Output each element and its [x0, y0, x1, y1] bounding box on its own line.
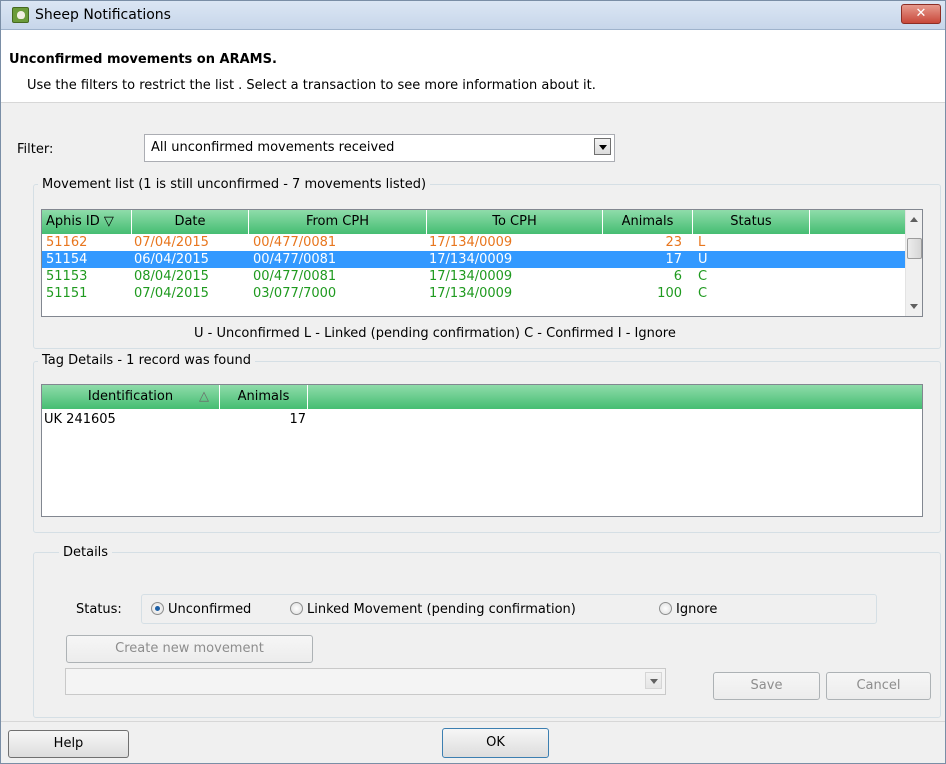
table-row[interactable]: 51162 07/04/2015 00/477/0081 17/134/0009 23 L — [42, 234, 906, 251]
page-subtitle: Use the filters to restrict the list . S… — [27, 78, 596, 93]
col-from-cph[interactable]: From CPH — [249, 210, 427, 234]
table-row[interactable]: UK 241605 17 — [42, 411, 922, 428]
chevron-down-icon[interactable] — [645, 672, 662, 689]
cell-to-cph: 17/134/0009 — [429, 286, 513, 301]
title-bar: Sheep Notifications ✕ — [1, 1, 945, 30]
close-button[interactable]: ✕ — [901, 4, 941, 24]
header-band: Unconfirmed movements on ARAMS. Use the … — [1, 30, 945, 103]
cell-to-cph: 17/134/0009 — [429, 269, 513, 284]
ok-button[interactable]: OK — [442, 728, 549, 758]
chevron-down-icon[interactable] — [594, 138, 611, 155]
radio-ignore-dot[interactable] — [659, 602, 672, 615]
cell-tag-animals: 17 — [289, 412, 306, 427]
status-label: Status: — [76, 602, 122, 617]
page-title: Unconfirmed movements on ARAMS. — [9, 52, 277, 67]
scroll-thumb[interactable] — [907, 238, 922, 259]
cell-to-cph: 17/134/0009 — [429, 235, 513, 250]
tag-grid[interactable]: Identification △ Animals UK 241605 17 — [41, 384, 923, 517]
cell-date: 08/04/2015 — [134, 269, 209, 284]
cell-animals: 6 — [673, 269, 682, 284]
cell-date: 06/04/2015 — [134, 252, 209, 267]
cell-from-cph: 00/477/0081 — [253, 252, 337, 267]
cell-status: C — [698, 286, 708, 301]
col-identification-label: Identification — [87, 389, 174, 404]
close-icon: ✕ — [915, 6, 927, 21]
radio-unconfirmed[interactable]: Unconfirmed — [151, 602, 251, 617]
radio-linked-label: Linked Movement (pending confirmation) — [307, 602, 576, 617]
radio-ignore[interactable]: Ignore — [659, 602, 717, 617]
movement-list-title: Movement list (1 is still unconfirmed - … — [38, 177, 431, 192]
cell-aphis-id: 51153 — [46, 269, 88, 284]
details-title: Details — [59, 545, 113, 560]
cell-aphis-id: 51154 — [46, 252, 88, 267]
cell-aphis-id: 51162 — [46, 235, 88, 250]
table-row[interactable]: 51154 06/04/2015 00/477/0081 17/134/0009 17 U — [42, 251, 906, 268]
col-status[interactable]: Status — [693, 210, 810, 234]
status-legend: U - Unconfirmed L - Linked (pending conf… — [194, 326, 676, 341]
radio-linked-dot[interactable] — [290, 602, 303, 615]
sheep-icon — [12, 7, 29, 23]
cell-animals: 23 — [665, 235, 682, 250]
cell-aphis-id: 51151 — [46, 286, 88, 301]
sheep-notifications-window: Sheep Notifications ✕ Unconfirmed moveme… — [0, 0, 946, 764]
col-tag-animals[interactable]: Animals — [220, 385, 308, 409]
help-button[interactable]: Help — [8, 730, 129, 758]
table-row[interactable]: 51153 08/04/2015 00/477/0081 17/134/0009 6 C — [42, 268, 906, 285]
cell-status: U — [698, 252, 708, 267]
cell-to-cph: 17/134/0009 — [429, 252, 513, 267]
col-identification[interactable]: Identification △ — [42, 385, 220, 409]
cell-status: C — [698, 269, 708, 284]
cell-date: 07/04/2015 — [134, 235, 209, 250]
cell-from-cph: 03/077/7000 — [253, 286, 337, 301]
cell-animals: 100 — [657, 286, 682, 301]
filter-value: All unconfirmed movements received — [151, 140, 395, 155]
create-new-movement-button[interactable]: Create new movement — [66, 635, 313, 663]
radio-ignore-label: Ignore — [676, 602, 718, 617]
cell-identification: UK 241605 — [44, 412, 116, 427]
tag-grid-header: Identification △ Animals — [42, 385, 922, 409]
cancel-button[interactable]: Cancel — [826, 672, 931, 700]
movement-grid-header: Aphis ID ▽ Date From CPH To CPH Animals … — [42, 210, 906, 234]
radio-linked[interactable]: Linked Movement (pending confirmation) — [290, 602, 576, 617]
footer-divider — [1, 721, 945, 722]
filter-dropdown[interactable]: All unconfirmed movements received — [144, 134, 615, 162]
table-row[interactable]: 51151 07/04/2015 03/077/7000 17/134/0009 100… — [42, 285, 906, 302]
movement-combo[interactable] — [65, 668, 666, 695]
col-date[interactable]: Date — [132, 210, 249, 234]
radio-unconfirmed-dot[interactable] — [151, 602, 164, 615]
window-title: Sheep Notifications — [35, 7, 171, 23]
save-button[interactable]: Save — [713, 672, 820, 700]
radio-unconfirmed-label: Unconfirmed — [168, 602, 252, 617]
col-to-cph[interactable]: To CPH — [427, 210, 603, 234]
movement-scrollbar[interactable] — [905, 210, 922, 316]
cell-status: L — [698, 235, 706, 250]
cell-animals: 17 — [665, 252, 682, 267]
cell-date: 07/04/2015 — [134, 286, 209, 301]
scroll-up-icon[interactable] — [910, 217, 918, 222]
col-aphis-id[interactable]: Aphis ID ▽ — [42, 210, 132, 234]
col-animals[interactable]: Animals — [603, 210, 693, 234]
sort-asc-icon: △ — [199, 389, 209, 404]
movement-grid[interactable]: Aphis ID ▽ Date From CPH To CPH Animals … — [41, 209, 923, 317]
filter-label: Filter: — [17, 142, 54, 157]
cell-from-cph: 00/477/0081 — [253, 269, 337, 284]
cell-from-cph: 00/477/0081 — [253, 235, 337, 250]
tag-details-title: Tag Details - 1 record was found — [38, 353, 255, 368]
scroll-down-icon[interactable] — [910, 304, 918, 309]
